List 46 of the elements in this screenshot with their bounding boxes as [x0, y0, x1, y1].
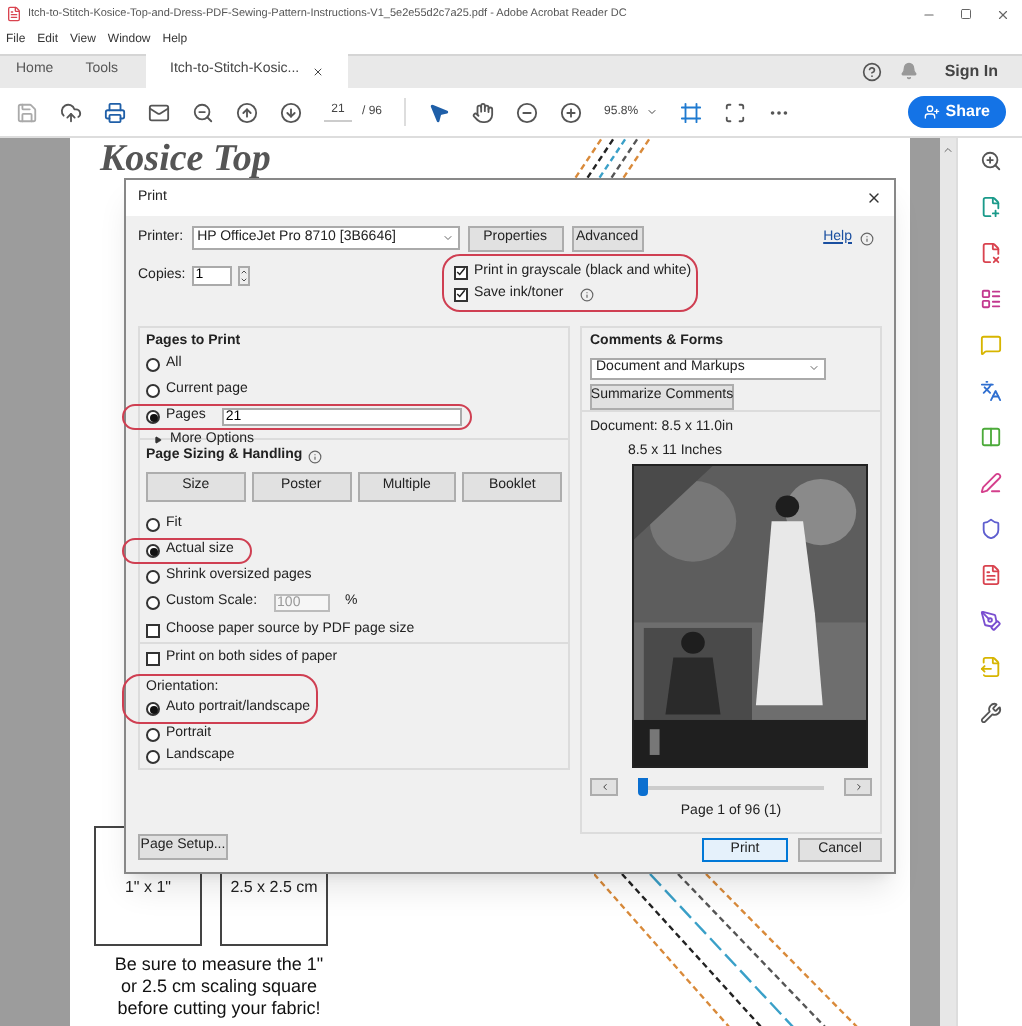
file-x-icon[interactable] [979, 242, 1001, 264]
shield-icon[interactable] [979, 518, 1001, 540]
columns-icon[interactable] [979, 426, 1001, 448]
info-icon [308, 449, 323, 463]
chevron-down-icon [808, 362, 820, 374]
document-icon[interactable] [979, 564, 1001, 586]
wrench-icon[interactable] [979, 702, 1001, 724]
measure-note: Be sure to measure the 1" or 2.5 cm scaling square before cutting your fabric! [112, 954, 326, 1020]
copies-spinner[interactable] [237, 266, 250, 286]
chevron-down-icon [441, 232, 454, 244]
mail-icon[interactable] [148, 101, 170, 123]
layout-icon[interactable] [979, 288, 1001, 310]
info-icon [579, 287, 594, 301]
zoom-out-icon[interactable] [192, 101, 214, 123]
help-icon[interactable] [862, 61, 883, 81]
expand-icon[interactable] [154, 436, 162, 445]
next-page-icon[interactable] [280, 101, 302, 123]
chevron-left-icon [599, 782, 609, 792]
square-label: 1" x 1" [124, 876, 172, 900]
pen-icon[interactable] [979, 472, 1001, 494]
share-button[interactable]: Share [907, 96, 1006, 128]
sign-in-link[interactable]: Sign In [944, 59, 998, 83]
close-icon[interactable] [866, 190, 882, 206]
translate-icon[interactable] [979, 380, 1001, 402]
maximize-icon[interactable] [960, 8, 972, 20]
user-plus-icon [923, 104, 940, 120]
close-icon[interactable] [996, 7, 1010, 21]
chevron-down-icon[interactable] [646, 106, 659, 118]
chevron-right-icon [853, 782, 863, 792]
file-plus-icon[interactable] [979, 196, 1001, 218]
app-icon [6, 6, 22, 22]
info-icon [860, 231, 874, 245]
pointer-icon[interactable] [428, 101, 451, 123]
zoom-minus-icon[interactable] [516, 101, 539, 123]
scan-icon[interactable] [724, 101, 747, 123]
previous-page-icon[interactable] [236, 101, 258, 123]
pen-tool-icon[interactable] [979, 610, 1001, 632]
hand-icon[interactable] [472, 101, 495, 123]
document-heading: Kosice Top [100, 138, 271, 178]
zoom-in-icon[interactable] [979, 150, 1001, 172]
close-tab-icon[interactable] [311, 65, 324, 77]
square-label: 2.5 x 2.5 cm [230, 876, 318, 900]
zoom-plus-icon[interactable] [560, 101, 583, 123]
print-icon[interactable] [104, 101, 126, 123]
upload-icon[interactable] [60, 101, 82, 123]
preview-slider-thumb[interactable] [638, 778, 648, 796]
